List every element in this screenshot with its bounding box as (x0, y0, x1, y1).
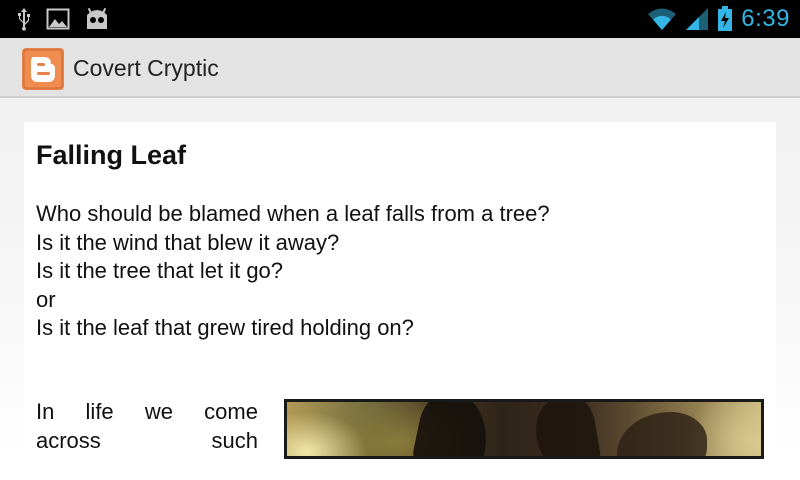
photo-shape (530, 402, 604, 456)
poem: Who should be blamed when a leaf falls f… (36, 200, 736, 343)
status-bar-notifications (16, 6, 110, 32)
photo-shape (408, 402, 496, 456)
usb-icon (16, 7, 32, 31)
poem-line: Who should be blamed when a leaf falls f… (36, 201, 550, 226)
image-icon (46, 8, 70, 30)
paragraph-row: In life we come (36, 398, 258, 427)
post-paragraph: In life we come across such (36, 398, 258, 455)
leaf-photo[interactable] (284, 399, 764, 459)
status-bar: 6:39 (0, 0, 800, 38)
post-card: Falling Leaf Who should be blamed when a… (24, 122, 776, 462)
app-title: Covert Cryptic (73, 55, 219, 81)
clock: 6:39 (741, 5, 790, 32)
content-area[interactable]: Falling Leaf Who should be blamed when a… (0, 98, 800, 480)
poem-line: Is it the wind that blew it away? (36, 229, 340, 255)
blogger-logo-icon[interactable] (22, 48, 64, 90)
android-robot-icon (84, 7, 110, 31)
paragraph-row: across such (36, 427, 258, 456)
paragraph-word: we (144, 399, 173, 424)
paragraph-word: In (36, 399, 55, 424)
poem-line: Is it the leaf that grew tired holding o… (36, 315, 414, 340)
status-bar-system: 6:39 (647, 4, 790, 34)
post-title: Falling Leaf (36, 140, 187, 170)
signal-icon (685, 7, 709, 31)
photo-shape (617, 412, 707, 456)
paragraph-word: across (36, 427, 101, 453)
paragraph-word: come (204, 399, 258, 424)
wifi-icon (647, 7, 677, 31)
paragraph-word: life (85, 399, 114, 424)
paragraph-word: such (211, 427, 258, 453)
poem-line: Is it the tree that let it go? (36, 258, 284, 283)
action-bar: Covert Cryptic (0, 38, 800, 98)
poem-line: or (36, 286, 56, 312)
battery-charging-icon (717, 6, 733, 32)
